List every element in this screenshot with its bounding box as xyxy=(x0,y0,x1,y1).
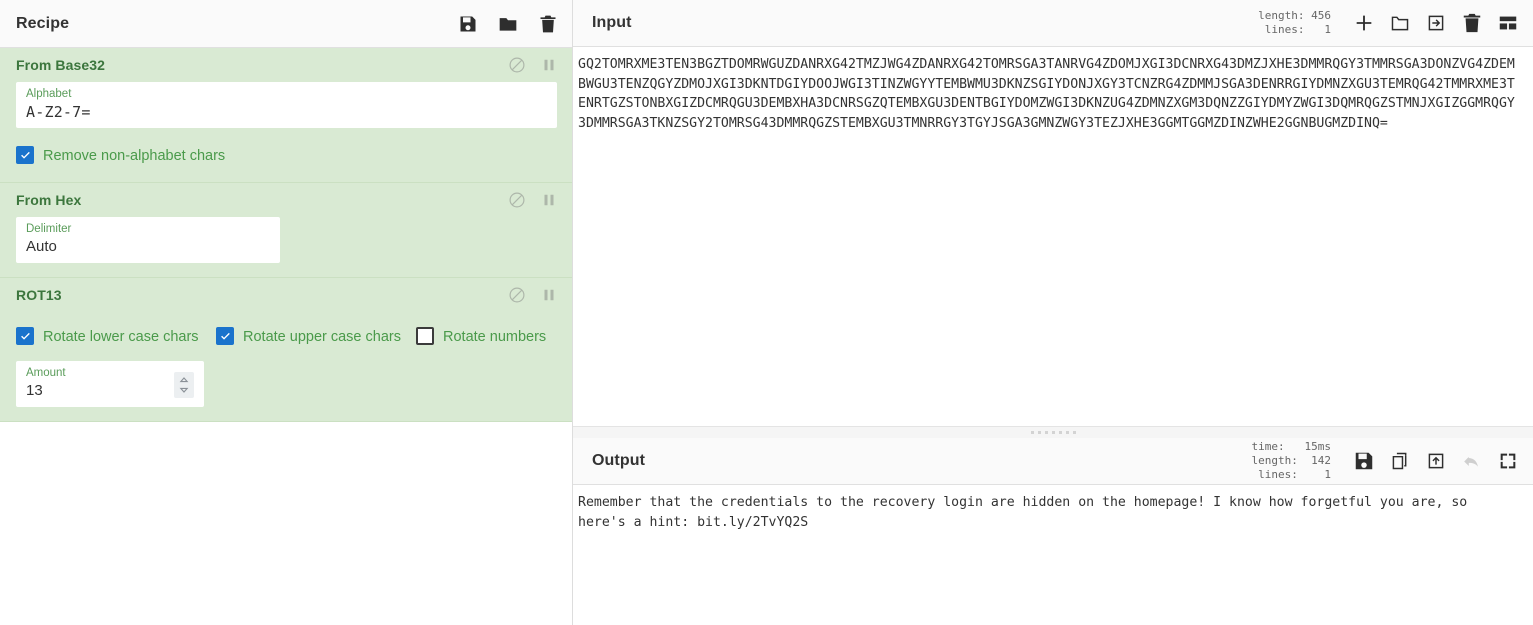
input-lines-label: lines: xyxy=(1264,23,1305,36)
checkbox-box-checked[interactable] xyxy=(16,327,34,345)
save-output-icon[interactable] xyxy=(1353,450,1375,472)
amount-field-texts: Amount 13 xyxy=(26,366,174,402)
output-textarea: Remember that the credentials to the rec… xyxy=(578,495,1476,530)
open-folder-into-icon[interactable] xyxy=(1425,12,1447,34)
operation-header: From Base32 xyxy=(0,48,572,82)
delimiter-field-value[interactable]: Auto xyxy=(26,236,270,258)
operation-controls xyxy=(508,286,558,304)
amount-field[interactable]: Amount 13 xyxy=(16,361,204,407)
input-length-value: 456 xyxy=(1311,9,1331,22)
save-recipe-icon[interactable] xyxy=(458,14,478,34)
maximise-output-icon[interactable] xyxy=(1497,450,1519,472)
operation-args: Alphabet A-Z2-7= xyxy=(0,82,572,128)
input-stats: length: 456 lines: 1 xyxy=(1258,9,1331,37)
disable-operation-icon[interactable] xyxy=(508,191,526,209)
disable-operation-icon[interactable] xyxy=(508,56,526,74)
checkbox-label: Rotate numbers xyxy=(443,329,547,345)
amount-field-value[interactable]: 13 xyxy=(26,380,174,402)
checkbox-label: Rotate upper case chars xyxy=(243,329,401,345)
output-stats: time: 15ms length: 142 lines: 1 xyxy=(1252,440,1332,482)
input-title-bar: Input length: 456 lines: 1 xyxy=(573,0,1533,47)
operation-controls xyxy=(508,191,558,209)
input-title: Input xyxy=(592,14,632,31)
breakpoint-pause-icon[interactable] xyxy=(540,286,558,304)
input-header-actions xyxy=(1353,12,1519,34)
clear-recipe-icon[interactable] xyxy=(538,14,558,34)
input-textarea[interactable]: GQ2TOMRXME3TEN3BGZTDOMRWGUZDANRXG42TMZJW… xyxy=(578,55,1519,133)
operation-controls xyxy=(508,56,558,74)
load-recipe-icon[interactable] xyxy=(498,14,518,34)
add-input-tab-icon[interactable] xyxy=(1353,12,1375,34)
operation-args: Amount 13 xyxy=(0,361,572,407)
recipe-operation-rot13[interactable]: ROT13 Rotate lower case chars Rotate upp… xyxy=(0,278,572,422)
delimiter-field[interactable]: Delimiter Auto xyxy=(16,217,280,263)
operation-title: From Hex xyxy=(16,192,82,208)
disable-operation-icon[interactable] xyxy=(508,286,526,304)
output-section: Output time: 15ms length: 142 lines: 1 R… xyxy=(573,438,1533,625)
recipe-operation-from-base32[interactable]: From Base32 Alphabet A-Z2-7= Remove non-… xyxy=(0,48,572,183)
output-header-actions xyxy=(1353,450,1519,472)
splitter-grip-icon xyxy=(1030,431,1076,434)
output-time-value: 15ms xyxy=(1304,440,1332,453)
reset-pane-layout-icon[interactable] xyxy=(1497,12,1519,34)
rotate-numbers-checkbox[interactable]: Rotate numbers xyxy=(416,326,546,349)
output-lines-value: 1 xyxy=(1324,468,1331,481)
recipe-title: Recipe xyxy=(16,14,70,32)
output-title-bar: Output time: 15ms length: 142 lines: 1 xyxy=(573,438,1533,485)
amount-field-label: Amount xyxy=(26,367,66,379)
recipe-title-bar: Recipe xyxy=(0,0,572,48)
output-length-value: 142 xyxy=(1311,454,1331,467)
operation-header: ROT13 xyxy=(0,278,572,312)
delimiter-field-label: Delimiter xyxy=(26,223,72,235)
breakpoint-pause-icon[interactable] xyxy=(540,191,558,209)
operation-title: From Base32 xyxy=(16,57,106,73)
recipe-operation-list[interactable]: From Base32 Alphabet A-Z2-7= Remove non-… xyxy=(0,48,572,625)
output-length-label: length: xyxy=(1251,454,1298,467)
operation-header: From Hex xyxy=(0,183,572,217)
input-section: Input length: 456 lines: 1 GQ2TOMRXME3TE… xyxy=(573,0,1533,427)
operation-args: Delimiter Auto xyxy=(0,217,572,263)
operation-checkbox-row: Rotate lower case chars Rotate upper cas… xyxy=(0,326,572,349)
output-lines-label: lines: xyxy=(1258,468,1298,481)
recipe-pane: Recipe From Base32 Alphabet A-Z2-7= Remo… xyxy=(0,0,573,625)
replace-input-icon[interactable] xyxy=(1425,450,1447,472)
rotate-lower-case-chars-checkbox[interactable]: Rotate lower case chars xyxy=(16,326,216,349)
alphabet-field-label: Alphabet xyxy=(26,88,72,100)
input-lines-value: 1 xyxy=(1324,23,1331,36)
breakpoint-pause-icon[interactable] xyxy=(540,56,558,74)
undo-bake-icon xyxy=(1461,450,1483,472)
cyberchef-app: Recipe From Base32 Alphabet A-Z2-7= Remo… xyxy=(0,0,1533,625)
output-title: Output xyxy=(592,452,646,469)
amount-stepper[interactable] xyxy=(174,372,194,398)
checkbox-label: Remove non-alphabet chars xyxy=(43,148,226,164)
open-folder-icon[interactable] xyxy=(1389,12,1411,34)
recipe-header-actions xyxy=(458,14,558,34)
copy-output-icon[interactable] xyxy=(1389,450,1411,472)
checkbox-box-checked[interactable] xyxy=(216,327,234,345)
checkbox-box-unchecked[interactable] xyxy=(416,327,434,345)
alphabet-field[interactable]: Alphabet A-Z2-7= xyxy=(16,82,557,128)
operation-checkbox-row: Remove non-alphabet chars xyxy=(0,145,572,168)
checkbox-label: Rotate lower case chars xyxy=(43,329,199,345)
output-time-label: time: xyxy=(1251,440,1285,453)
output-body[interactable]: Remember that the credentials to the rec… xyxy=(573,485,1533,625)
rotate-upper-case-chars-checkbox[interactable]: Rotate upper case chars xyxy=(216,326,416,349)
recipe-operation-from-hex[interactable]: From Hex Delimiter Auto xyxy=(0,183,572,278)
operation-title: ROT13 xyxy=(16,287,62,303)
input-body[interactable]: GQ2TOMRXME3TEN3BGZTDOMRWGUZDANRXG42TMZJW… xyxy=(573,47,1533,426)
remove-non-alphabet-chars-checkbox[interactable]: Remove non-alphabet chars xyxy=(16,145,225,168)
checkbox-box-checked[interactable] xyxy=(16,146,34,164)
io-pane: Input length: 456 lines: 1 GQ2TOMRXME3TE… xyxy=(573,0,1533,625)
io-splitter[interactable] xyxy=(573,427,1533,438)
alphabet-field-value[interactable]: A-Z2-7= xyxy=(26,101,547,123)
input-length-label: length: xyxy=(1258,9,1305,22)
clear-input-icon[interactable] xyxy=(1461,12,1483,34)
